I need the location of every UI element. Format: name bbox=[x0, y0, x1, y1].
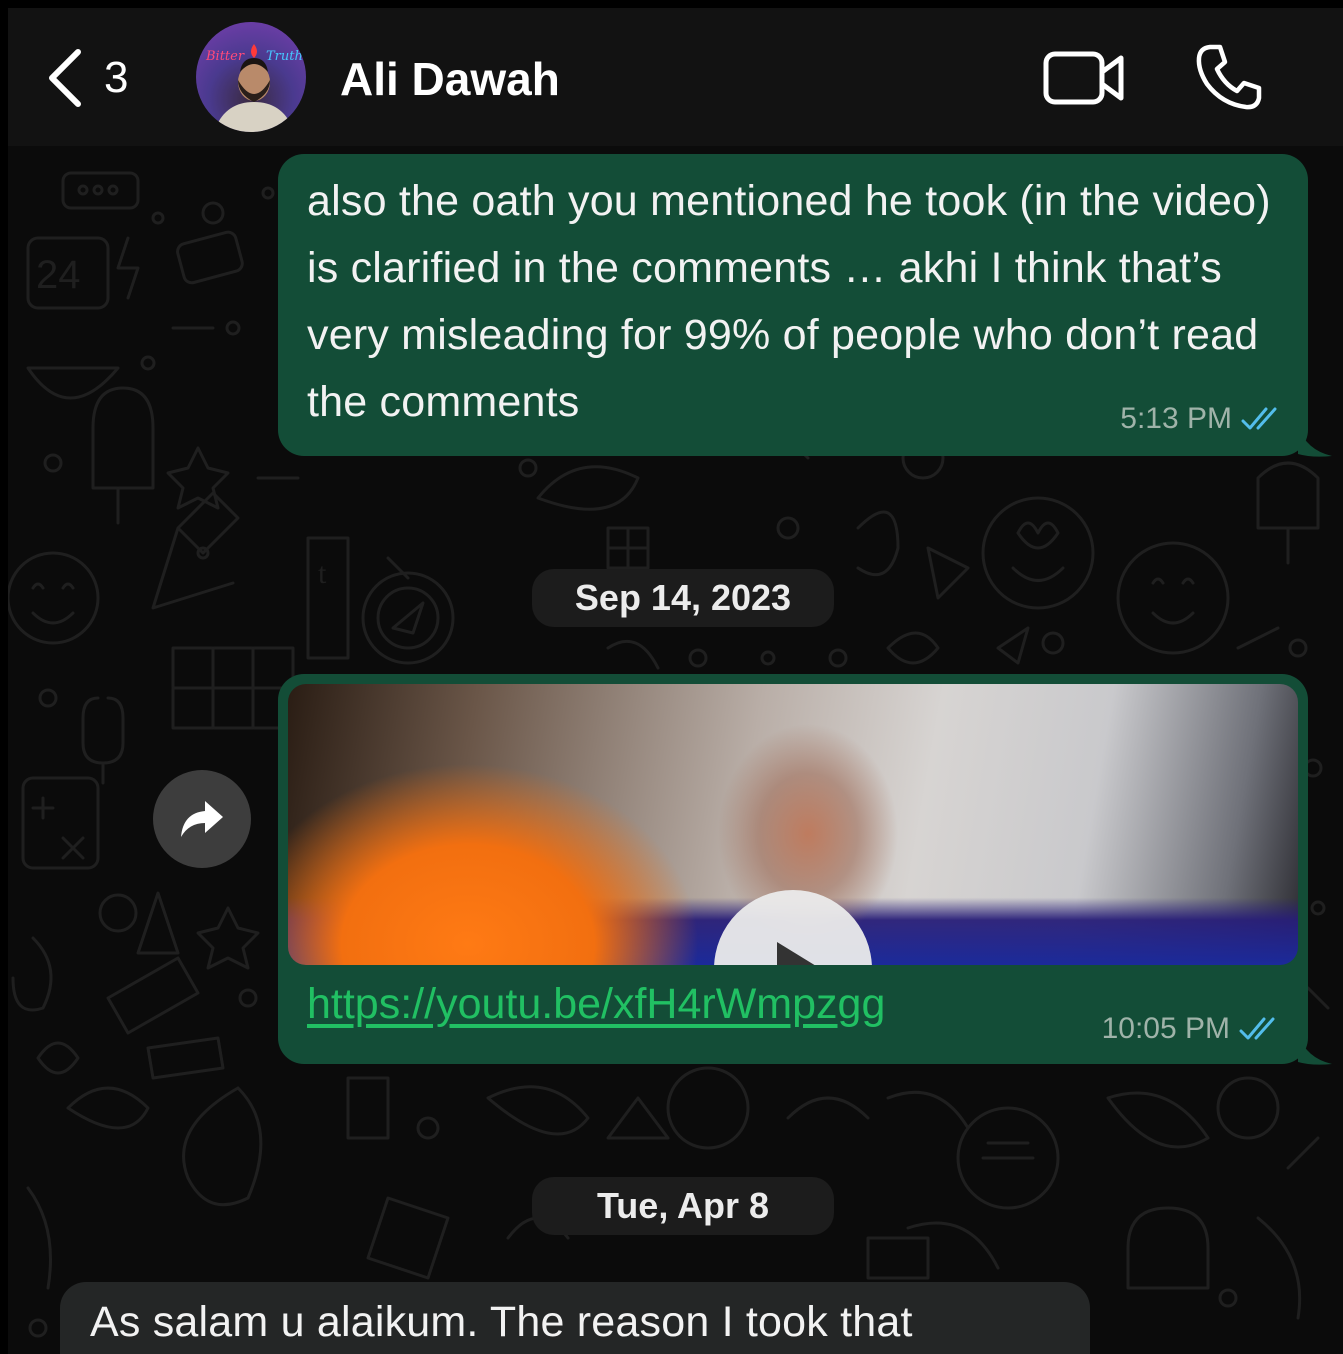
double-check-icon bbox=[1239, 1017, 1275, 1040]
play-button[interactable] bbox=[714, 890, 872, 965]
avatar[interactable]: Bitter Truth bbox=[196, 22, 306, 132]
video-camera-icon bbox=[1043, 51, 1124, 105]
message-time: 10:05 PM bbox=[1101, 1012, 1230, 1045]
avatar-photo: Bitter Truth bbox=[205, 44, 303, 132]
forward-icon bbox=[181, 801, 223, 837]
svg-text:t: t bbox=[318, 557, 327, 590]
outgoing-link-message[interactable]: https://youtu.be/xfH4rWmpzgg 10:05 PM bbox=[278, 674, 1308, 1064]
play-icon bbox=[777, 942, 821, 965]
video-call-button[interactable] bbox=[1043, 48, 1125, 108]
bubble-tail bbox=[1298, 426, 1332, 457]
contact-name[interactable]: Ali Dawah bbox=[340, 52, 560, 106]
avatar-sign-right: Truth bbox=[266, 49, 303, 64]
unread-count: 3 bbox=[104, 53, 129, 102]
message-meta: 5:13 PM bbox=[1120, 402, 1282, 436]
chat-header: 3 Bitter Truth Ali Dawah bbox=[8, 8, 1343, 146]
back-button[interactable]: 3 bbox=[44, 46, 154, 110]
video-thumbnail[interactable] bbox=[288, 684, 1298, 965]
chevron-left-icon bbox=[49, 49, 81, 107]
incoming-message[interactable]: As salam u alaikum. The reason I took th… bbox=[60, 1282, 1090, 1354]
message-time: 5:13 PM bbox=[1120, 402, 1232, 435]
message-text: also the oath you mentioned he took (in … bbox=[307, 177, 1271, 426]
chat-screen: 24 t 3 Bitter Truth Ali Dawah also the o… bbox=[8, 8, 1343, 1354]
double-check-icon bbox=[1241, 407, 1277, 430]
date-separator: Sep 14, 2023 bbox=[532, 569, 834, 627]
svg-text:24: 24 bbox=[36, 253, 81, 297]
phone-icon bbox=[1196, 44, 1262, 110]
message-link[interactable]: https://youtu.be/xfH4rWmpzgg bbox=[307, 980, 885, 1029]
voice-call-button[interactable] bbox=[1194, 42, 1264, 112]
forward-button[interactable] bbox=[153, 770, 251, 868]
bubble-tail bbox=[1298, 1034, 1332, 1065]
avatar-sign-left: Bitter bbox=[205, 49, 245, 64]
date-separator: Tue, Apr 8 bbox=[532, 1177, 834, 1235]
outgoing-message[interactable]: also the oath you mentioned he took (in … bbox=[278, 154, 1308, 456]
message-meta: 10:05 PM bbox=[1102, 1012, 1280, 1046]
message-text: As salam u alaikum. The reason I took th… bbox=[90, 1298, 913, 1346]
